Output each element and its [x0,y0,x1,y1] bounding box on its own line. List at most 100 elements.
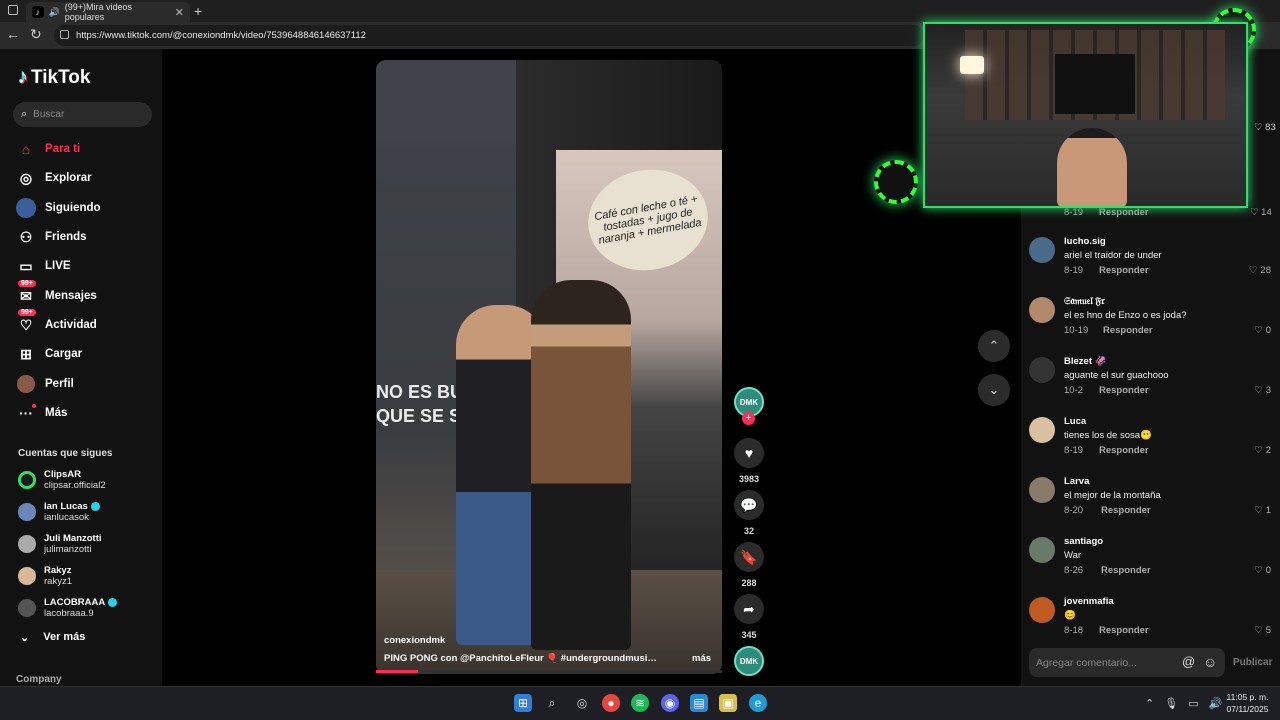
comment-like-button[interactable]: ♡ 1 [1254,505,1271,516]
comment-user[interactable]: lucho.sig [1064,236,1106,247]
avatar[interactable] [1029,477,1055,503]
comment-user[interactable]: Blezet 🦑 [1064,356,1106,367]
nav-item-siguiendo[interactable]: Siguiendo [16,197,101,219]
publish-button[interactable]: Publicar [1233,657,1272,668]
video-progress-bar[interactable] [376,670,722,673]
network-icon[interactable]: ▭ [1188,697,1198,710]
following-account[interactable]: Juli Manzotti julimanzotti [18,533,102,555]
new-tab-button[interactable]: + [194,3,202,19]
avatar[interactable] [1029,537,1055,563]
search-input[interactable]: ⌕ Buscar [13,102,152,127]
discord-icon[interactable]: ◉ [661,694,679,712]
previous-video-button[interactable]: ⌃ [978,330,1010,362]
comment-date: 8-19 [1064,445,1084,456]
like-button[interactable]: ♥ [734,438,764,468]
reload-button[interactable]: ↻ [30,26,42,43]
mention-icon[interactable]: @ [1182,654,1195,669]
following-account[interactable]: Ian Lucas ianlucasok [18,501,100,523]
comment-user[interactable]: Luca [1064,416,1086,427]
reply-button[interactable]: Responder [1099,385,1149,396]
comment-user[interactable]: santiago [1064,536,1103,547]
caption-more-button[interactable]: más [692,653,711,664]
following-account[interactable]: Rakyz rakyz1 [18,565,72,587]
browser-tab[interactable]: ♪ 🔊 (99+)Mira videos populares ✕ [26,2,190,22]
comment-like-button[interactable]: ♡ 0 [1254,565,1271,576]
save-button[interactable]: 🔖 [734,542,764,572]
window-menu-icon[interactable] [8,5,18,15]
search-icon[interactable]: ⌕ [543,694,561,712]
share-button[interactable]: ➦ [734,594,764,624]
comment-user[interactable]: 𝔖𝔞𝔪𝔲𝔢𝔩 𝔉𝔯 [1064,296,1105,307]
system-tray[interactable]: ⌃ 🎙 ▭ 🔊 [1145,697,1222,710]
comment-like-button[interactable]: ♡ 2 [1254,445,1271,456]
comment-text: aguante el sur guachooo [1064,370,1169,381]
reply-button[interactable]: Responder [1099,625,1149,636]
nav-item-actividad[interactable]: ♡ 99+ Actividad [16,309,97,336]
following-account[interactable]: LACOBRAAA lacobraaa.9 [18,597,118,619]
comment-date: 10-2 [1064,385,1084,396]
reply-button[interactable]: Responder [1101,505,1151,516]
footer-company[interactable]: Company [16,674,62,685]
tiktok-logo[interactable]: ♪ TikTok [18,66,90,89]
comment-user[interactable]: jovenmafia [1064,596,1114,607]
taskbar-clock[interactable]: 11:05 p. m. 07/11/2025 [1220,691,1275,715]
nav-item-friends[interactable]: ⚇ Friends [16,226,87,248]
microphone-icon[interactable]: 🎙 [1164,697,1178,710]
reply-button[interactable]: Responder [1101,565,1151,576]
comment-partial-like[interactable]: ♡ 14 [1250,207,1272,218]
chevron-up-icon[interactable]: ⌃ [1145,697,1154,710]
nav-item-para-ti[interactable]: ⌂ Para ti [16,138,80,160]
avatar[interactable] [1029,357,1055,383]
comment-button[interactable]: 💬 [734,490,764,520]
avatar[interactable] [1029,297,1055,323]
comment-like-button[interactable]: ♡ 28 [1249,265,1271,276]
back-button[interactable]: ← [6,26,20,42]
avatar[interactable] [1029,417,1055,443]
video-person-right [531,280,631,650]
following-avatar-icon [16,198,36,218]
nav-item-mas[interactable]: ··· Más [16,402,67,424]
comment-item: lucho.sig ariel el traidor de under 8-19… [1029,236,1275,293]
spotify-icon[interactable]: ≋ [631,694,649,712]
nav-item-cargar[interactable]: ⊞ Cargar [16,343,82,365]
following-account[interactable]: ClipsAR clipsar.official2 [18,469,106,491]
music-disc[interactable]: DMK [734,646,764,676]
avatar[interactable] [1029,237,1055,263]
bookmark-icon: 🔖 [740,548,758,565]
video-player[interactable]: Café con leche o té + tostadas + jugo de… [376,60,722,674]
like-count: 3983 [738,474,760,484]
windows-start-icon[interactable]: ⊞ [514,694,532,712]
comment-input[interactable]: Agregar comentario... [1029,648,1225,677]
speaker-icon[interactable]: 🔊 [49,7,60,18]
steam-icon[interactable]: ◎ [573,694,591,712]
video-author[interactable]: conexiondmk [384,635,445,646]
account-name: Juli Manzotti [44,533,102,544]
avatar[interactable] [1029,597,1055,623]
comment-like-button[interactable]: ♡ 5 [1254,625,1271,636]
nav-item-mensajes[interactable]: ✉ 99+ Mensajes [16,280,97,307]
address-bar[interactable]: https://www.tiktok.com/@conexiondmk/vide… [54,25,924,46]
edge-icon[interactable]: e [749,694,767,712]
comment-like-button[interactable]: ♡ 0 [1254,325,1271,336]
notepad-icon[interactable]: ▤ [690,694,708,712]
close-tab-icon[interactable]: ✕ [175,6,184,19]
comment-user[interactable]: Larva [1064,476,1089,487]
reply-button[interactable]: Responder [1099,265,1149,276]
comment-date: 10-19 [1064,325,1089,336]
file-explorer-icon[interactable]: ▣ [719,694,737,712]
reply-button[interactable]: Responder [1099,445,1149,456]
comment-item: Blezet 🦑 aguante el sur guachooo 10-2 Re… [1029,356,1275,413]
see-more-button[interactable]: ⌄ Ver más [20,631,85,644]
emoji-icon[interactable]: ☺ [1203,654,1217,670]
site-info-icon[interactable] [60,30,69,39]
nav-item-live[interactable]: ▭ LIVE [16,255,70,277]
nav-item-explorar[interactable]: ◎ Explorar [16,167,92,189]
video-caption[interactable]: PING PONG con @PanchitoLeFleur 🎈 #underg… [384,653,662,664]
reply-button[interactable]: Responder [1103,325,1153,336]
follow-plus-icon[interactable]: + [742,412,755,425]
chrome-icon[interactable]: ● [602,694,620,712]
nav-item-perfil[interactable]: Perfil [16,373,74,395]
heart-outline-icon: ♡ [1248,265,1258,276]
comment-like-button[interactable]: ♡ 3 [1254,385,1271,396]
next-video-button[interactable]: ⌄ [978,374,1010,406]
